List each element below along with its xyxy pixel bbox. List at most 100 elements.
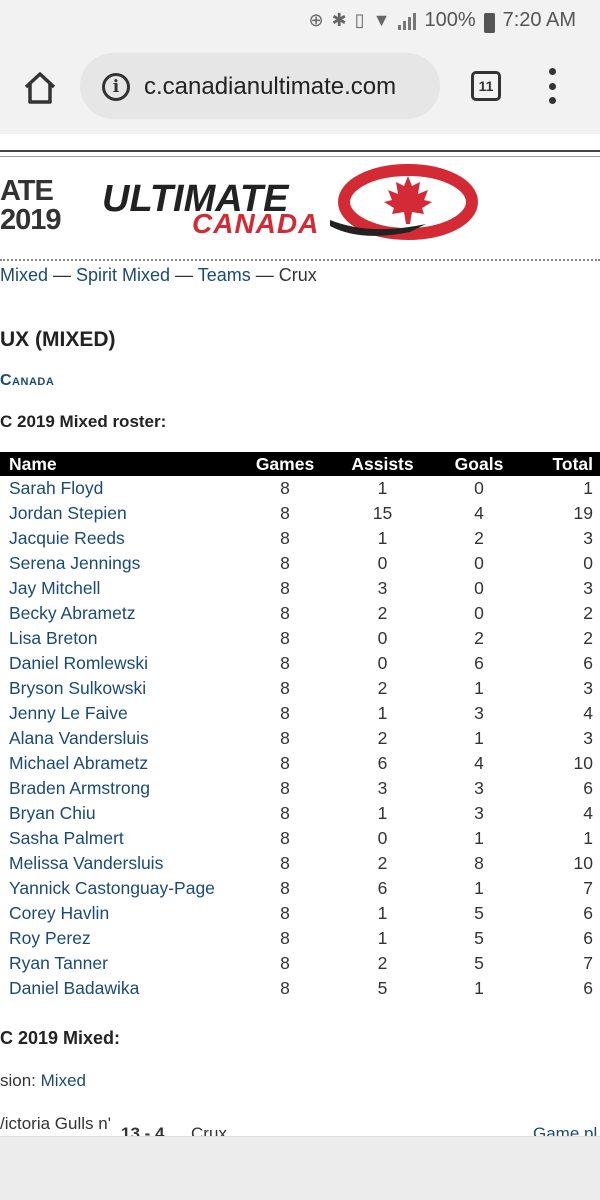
player-name-link[interactable]: Bryson Sulkowski — [0, 676, 240, 701]
goals-cell: 1 — [474, 878, 484, 898]
table-row: Bryson Sulkowski 8 2 1 3 — [0, 676, 600, 701]
banner-line: ATE — [0, 175, 54, 207]
total-cell: 6 — [583, 978, 593, 998]
breadcrumb-link-spirit-mixed[interactable]: Spirit Mixed — [76, 265, 170, 285]
games-cell: 8 — [280, 853, 290, 873]
url-text[interactable]: c.canadianultimate.com — [144, 73, 396, 101]
assists-cell: 1 — [377, 478, 388, 498]
player-name-link[interactable]: Sarah Floyd — [0, 476, 240, 501]
column-header-name[interactable]: Name — [0, 452, 240, 476]
game-team-link[interactable]: /ictoria Gulls n' — [0, 1114, 111, 1134]
assists-cell: 0 — [377, 553, 388, 573]
player-name-link[interactable]: Jay Mitchell — [0, 576, 240, 601]
battery-icon — [483, 13, 495, 33]
games-cell: 8 — [280, 603, 290, 623]
home-button[interactable] — [20, 68, 60, 108]
player-name-link[interactable]: Bryan Chiu — [0, 801, 240, 826]
games-cell: 8 — [280, 778, 290, 798]
games-cell: 8 — [280, 953, 290, 973]
country-link[interactable]: Canada — [0, 372, 54, 390]
column-header-games[interactable]: Games — [240, 452, 330, 476]
player-name-link[interactable]: Sasha Palmert — [0, 826, 240, 851]
address-bar[interactable]: i c.canadianultimate.com — [80, 53, 440, 119]
games-cell: 8 — [280, 628, 290, 648]
assists-cell: 1 — [377, 928, 388, 948]
column-header-total[interactable]: Total — [523, 452, 600, 476]
goals-cell: 1 — [474, 828, 484, 848]
division-link[interactable]: Mixed — [41, 1071, 86, 1090]
player-name-link[interactable]: Yannick Castonguay-Page — [0, 876, 240, 901]
divider — [0, 259, 600, 261]
table-row: Melissa Vandersluis 8 2 8 10 — [0, 851, 600, 876]
goals-cell: 5 — [474, 953, 484, 973]
player-name-link[interactable]: Daniel Badawika — [0, 976, 240, 1001]
overflow-menu-icon[interactable] — [544, 68, 560, 104]
column-header-goals[interactable]: Goals — [435, 452, 523, 476]
player-name-link[interactable]: Corey Havlin — [0, 901, 240, 926]
player-name-link[interactable]: Jenny Le Faive — [0, 701, 240, 726]
game-opponent: Crux — [191, 1124, 227, 1136]
breadcrumb-current: Crux — [278, 265, 317, 285]
player-name-link[interactable]: Becky Abrametz — [0, 601, 240, 626]
breadcrumb-link-teams[interactable]: Teams — [198, 265, 251, 285]
assists-cell: 2 — [377, 678, 388, 698]
total-cell: 10 — [573, 753, 593, 773]
clock: 7:20 AM — [502, 8, 576, 31]
logo-subtext: CANADA — [192, 208, 320, 239]
player-name-link[interactable]: Serena Jennings — [0, 551, 240, 576]
table-row: Serena Jennings 8 0 0 0 — [0, 551, 600, 576]
game-play-link[interactable]: Game pl — [533, 1124, 597, 1136]
table-row: Roy Perez 8 1 5 6 — [0, 926, 600, 951]
data-saver-icon: ⊕ — [308, 10, 324, 30]
player-name-link[interactable]: Daniel Romlewski — [0, 651, 240, 676]
player-name-link[interactable]: Ryan Tanner — [0, 951, 240, 976]
breadcrumb-separator: — — [170, 265, 198, 285]
assists-cell: 6 — [377, 878, 388, 898]
games-cell: 8 — [280, 578, 290, 598]
assists-cell: 2 — [377, 853, 388, 873]
maple-leaf-logo-icon — [330, 164, 478, 240]
total-cell: 1 — [583, 828, 593, 848]
assists-cell: 2 — [377, 728, 388, 748]
page-title: UX (MIXED) — [0, 328, 116, 351]
player-name-link[interactable]: Lisa Breton — [0, 626, 240, 651]
assists-cell: 0 — [377, 628, 388, 648]
goals-cell: 1 — [474, 678, 484, 698]
banner-line: 2019 — [0, 204, 62, 236]
player-name-link[interactable]: Alana Vandersluis — [0, 726, 240, 751]
table-row: Daniel Romlewski 8 0 6 6 — [0, 651, 600, 676]
player-name-link[interactable]: Jordan Stepien — [0, 501, 240, 526]
table-row: Sarah Floyd 8 1 0 1 — [0, 476, 600, 501]
breadcrumb-separator: — — [48, 265, 77, 285]
assists-cell: 1 — [377, 903, 388, 923]
table-row: Braden Armstrong 8 3 3 6 — [0, 776, 600, 801]
breadcrumb-link-mixed[interactable]: Mixed — [0, 265, 48, 285]
goals-cell: 0 — [474, 478, 484, 498]
player-name-link[interactable]: Roy Perez — [0, 926, 240, 951]
total-cell: 6 — [583, 778, 593, 798]
goals-cell: 1 — [474, 728, 484, 748]
roster-body: Sarah Floyd 8 1 0 1 Jordan Stepien 8 15 4 19 Jacqu… — [0, 476, 600, 1001]
total-cell: 3 — [583, 578, 593, 598]
roster-table: Name Games Assists Goals Total Sarah Flo… — [0, 452, 600, 1001]
table-row: Alana Vandersluis 8 2 1 3 — [0, 726, 600, 751]
breadcrumb: Mixed — Spirit Mixed — Teams — Crux — [0, 265, 317, 286]
table-row: Jordan Stepien 8 15 4 19 — [0, 501, 600, 526]
table-row: Jacquie Reeds 8 1 2 3 — [0, 526, 600, 551]
assists-cell: 1 — [377, 528, 388, 548]
column-header-assists[interactable]: Assists — [330, 452, 435, 476]
info-icon[interactable]: i — [102, 73, 130, 101]
player-name-link[interactable]: Melissa Vandersluis — [0, 851, 240, 876]
player-name-link[interactable]: Michael Abrametz — [0, 751, 240, 776]
table-row: Becky Abrametz 8 2 0 2 — [0, 601, 600, 626]
table-row: Ryan Tanner 8 2 5 7 — [0, 951, 600, 976]
tab-switcher-button[interactable]: 11 — [471, 71, 501, 101]
total-cell: 6 — [583, 928, 593, 948]
player-name-link[interactable]: Braden Armstrong — [0, 776, 240, 801]
assists-cell: 6 — [377, 753, 388, 773]
goals-cell: 5 — [474, 903, 484, 923]
assists-cell: 0 — [377, 828, 388, 848]
games-cell: 8 — [280, 503, 290, 523]
player-name-link[interactable]: Jacquie Reeds — [0, 526, 240, 551]
goals-cell: 3 — [474, 803, 484, 823]
